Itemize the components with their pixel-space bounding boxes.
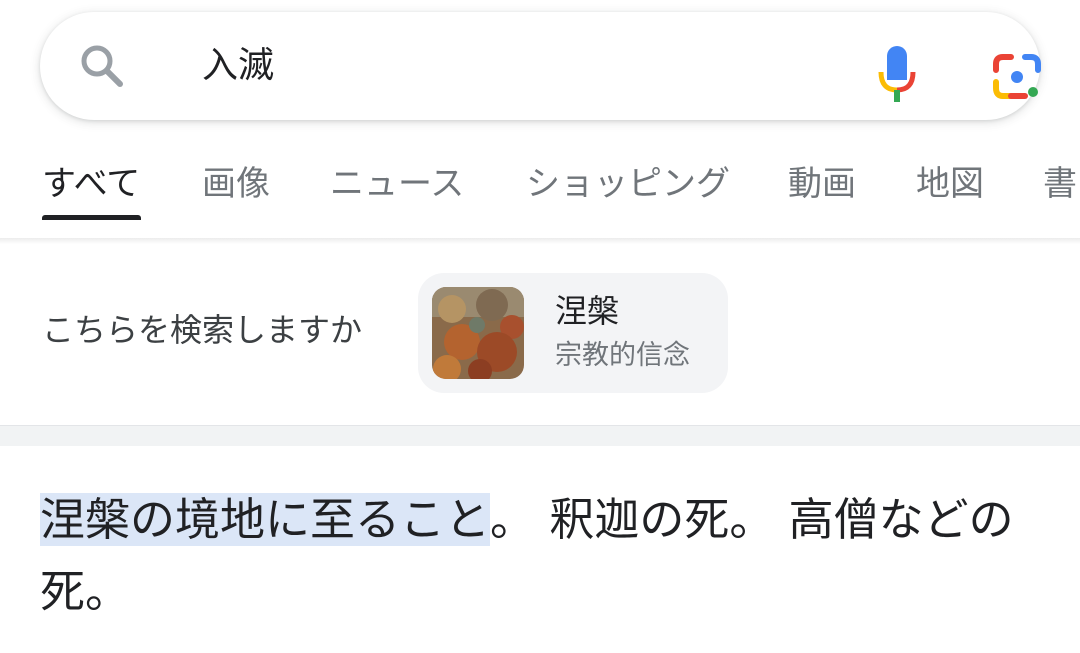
tab-shopping[interactable]: ショッピング [526, 160, 730, 208]
active-tab-indicator [42, 215, 141, 220]
search-input[interactable]: 入滅 [202, 40, 274, 92]
section-divider [0, 425, 1080, 446]
tab-books[interactable]: 書 [1043, 160, 1077, 208]
tab-videos[interactable]: 動画 [788, 160, 856, 208]
entity-subtitle: 宗教的信念 [555, 340, 690, 371]
search-tabs: すべて 画像 ニュース ショッピング 動画 地図 書 [0, 150, 1080, 230]
search-bar[interactable]: 入滅 [40, 12, 1041, 120]
definition-text: 涅槃の境地に至ること。 釈迦の死。 高僧などの死。 [40, 484, 1050, 628]
did-you-mean-label: こちらを検索しますか [42, 311, 363, 349]
entity-thumbnail [432, 287, 524, 379]
google-lens-icon[interactable] [991, 52, 1045, 102]
microphone-icon[interactable] [875, 46, 919, 104]
tab-images[interactable]: 画像 [202, 160, 270, 208]
tab-maps[interactable]: 地図 [916, 160, 984, 208]
tabs-divider [0, 238, 1080, 244]
entity-title: 涅槃 [555, 292, 620, 330]
tab-all[interactable]: すべて [42, 160, 140, 208]
highlighted-text: 涅槃の境地に至ること [40, 493, 491, 546]
search-icon[interactable] [78, 42, 126, 90]
entity-suggestion-chip[interactable]: 涅槃 宗教的信念 [418, 273, 728, 393]
tab-news[interactable]: ニュース [330, 160, 464, 208]
